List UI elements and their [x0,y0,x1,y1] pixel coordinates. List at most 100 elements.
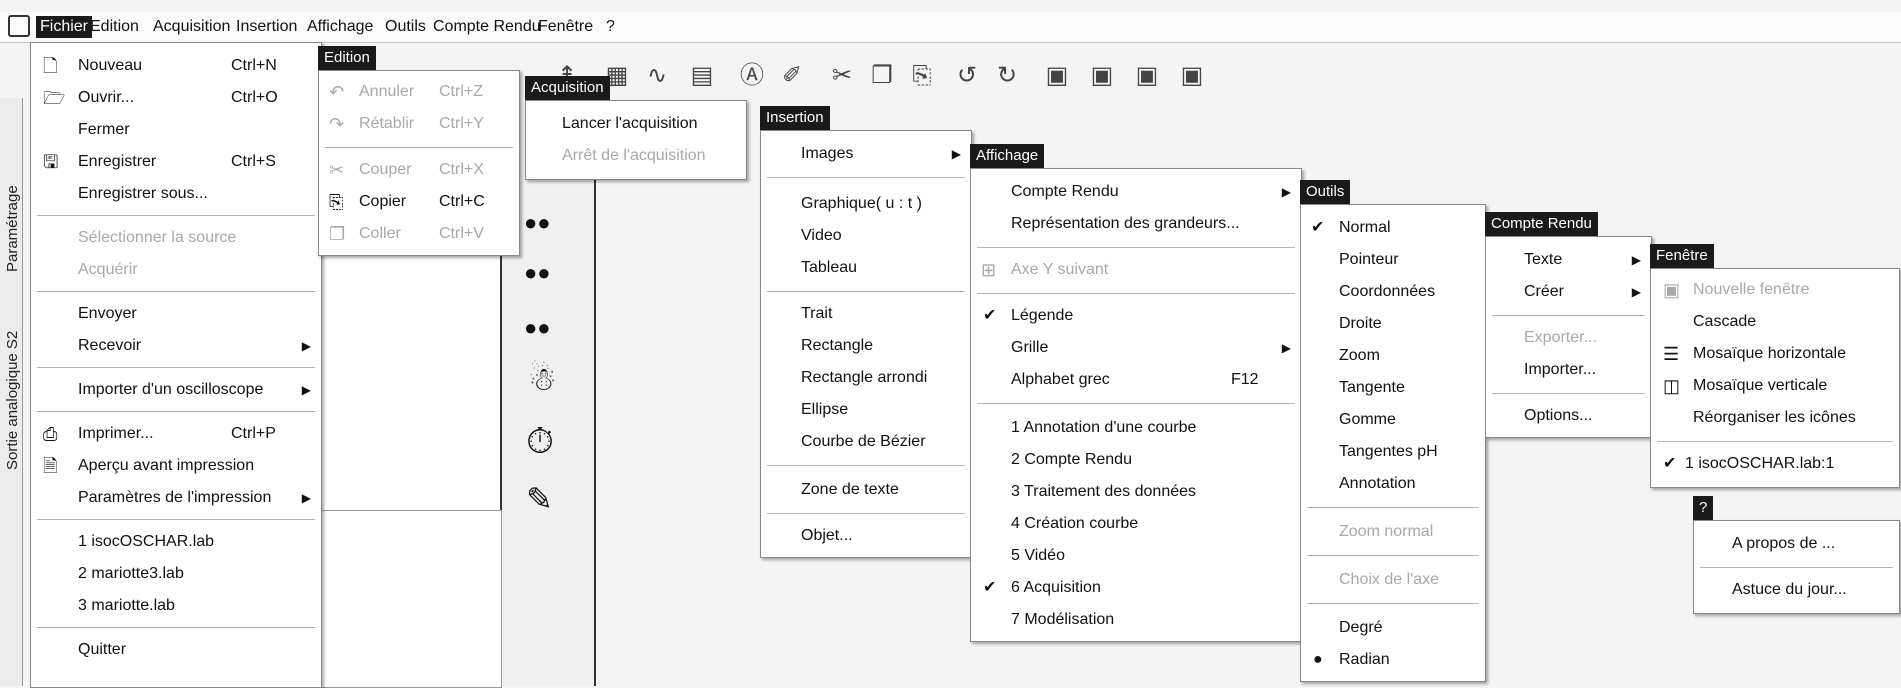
menu-item-couper[interactable]: ✂ Couper Ctrl+X [319,155,519,185]
menu-item-images[interactable]: Images ▶ [761,139,971,169]
stopwatch-icon[interactable]: ⏱ [526,420,554,463]
menu-item-graphique[interactable]: Graphique( u : t ) [761,189,971,219]
menu-item-exporter[interactable]: Exporter... [1486,323,1651,353]
menu-item-rectangle-arrondi[interactable]: Rectangle arrondi [761,363,971,393]
menu-item-mosaique-verticale[interactable]: ◫ Mosaïque verticale [1651,371,1899,401]
menu-item-enregistrer[interactable]: 🖫 Enregistrer Ctrl+S [31,147,321,177]
menu-item-retablir[interactable]: ↷ Rétablir Ctrl+Y [319,109,519,139]
menu-item-tangentes-ph[interactable]: Tangentes pH [1301,437,1485,467]
menu-item-ouvrir[interactable]: 🗁 Ouvrir... Ctrl+O [31,83,321,113]
menu-item-parametres-impression[interactable]: Paramètres de l'impression ▶ [31,483,321,513]
app-icon[interactable] [8,15,30,37]
menu-item-pointeur[interactable]: Pointeur [1301,245,1485,275]
menu-item-fermer[interactable]: Fermer [31,115,321,145]
menu-acquisition[interactable]: Acquisition [149,16,234,38]
cut-icon[interactable]: ✂ [825,60,859,92]
menu-item-objet[interactable]: Objet... [761,521,971,551]
menu-item-vue-1[interactable]: 1 Annotation d'une courbe [971,413,1301,443]
menu-item-normal[interactable]: ✔ Normal [1301,213,1485,243]
curve-icon[interactable]: ∿ [640,60,674,92]
menu-item-zoom[interactable]: Zoom [1301,341,1485,371]
menu-item-tangente[interactable]: Tangente [1301,373,1485,403]
menu-item-axe-y-suivant[interactable]: ⊞ Axe Y suivant [971,255,1301,285]
menu-item-astuce-du-jour[interactable]: Astuce du jour... [1694,575,1899,605]
menu-item-compte-rendu[interactable]: Compte Rendu ▶ [971,177,1301,207]
menu-item-coordonnees[interactable]: Coordonnées [1301,277,1485,307]
menu-aide[interactable]: ? [602,16,619,38]
paste-icon[interactable]: ❐ [865,60,899,92]
menu-compte-rendu[interactable]: Compte Rendu [429,16,545,38]
menu-item-coller[interactable]: ❐ Coller Ctrl+V [319,219,519,249]
menu-item-annotation[interactable]: Annotation [1301,469,1485,499]
calculator-icon[interactable]: ▤ [685,60,719,92]
menu-fichier[interactable]: Fichier [36,16,93,38]
menu-item-acquerir[interactable]: Acquérir [31,255,321,285]
menu-item-envoyer[interactable]: Envoyer [31,299,321,329]
menu-item-arret-acquisition[interactable]: Arrêt de l'acquisition [526,141,746,171]
menu-item-cascade[interactable]: Cascade [1651,307,1899,337]
probe-icon[interactable]: ✎ [526,480,553,518]
menu-item-selectionner-source[interactable]: Sélectionner la source [31,223,321,253]
menu-item-gomme[interactable]: Gomme [1301,405,1485,435]
menu-item-video[interactable]: Video [761,221,971,251]
undo-icon[interactable]: ↺ [950,60,984,92]
menu-item-enregistrer-sous[interactable]: Enregistrer sous... [31,179,321,209]
menu-item-vue-5[interactable]: 5 Vidéo [971,541,1301,571]
brush-icon[interactable]: ✐ [775,60,809,92]
menu-item-vue-7[interactable]: 7 Modélisation [971,605,1301,635]
menu-item-radian[interactable]: ● Radian [1301,645,1485,675]
menu-item-recent-2[interactable]: 2 mariotte3.lab [31,559,321,589]
menu-item-vue-6[interactable]: ✔ 6 Acquisition [971,573,1301,603]
connector-icon[interactable]: ●● [524,315,551,341]
copy-icon[interactable]: ⎘ [905,60,939,92]
menu-item-tableau[interactable]: Tableau [761,253,971,283]
connector-icon[interactable]: ●● [524,210,551,236]
menu-item-mosaique-horizontale[interactable]: ☰ Mosaïque horizontale [1651,339,1899,369]
menu-item-imprimer[interactable]: ⎙ Imprimer... Ctrl+P [31,419,321,449]
menu-insertion[interactable]: Insertion [232,16,301,38]
window-icon[interactable]: ▣ [1130,60,1164,92]
menu-item-quitter[interactable]: Quitter [31,635,321,665]
menu-item-courbe-bezier[interactable]: Courbe de Bézier [761,427,971,457]
menu-item-creer[interactable]: Créer ▶ [1486,277,1651,307]
menu-item-apercu[interactable]: 🗎 Aperçu avant impression [31,451,321,481]
menu-item-choix-axe[interactable]: Choix de l'axe [1301,565,1485,595]
menu-outils[interactable]: Outils [381,16,430,38]
menu-item-legende[interactable]: ✔ Légende [971,301,1301,331]
side-tab-sortie-analogique[interactable]: Sortie analogique S2 [4,331,21,470]
window-icon[interactable]: ▣ [1085,60,1119,92]
menu-fenetre[interactable]: Fenêtre [534,16,597,38]
menu-item-representation-grandeurs[interactable]: Représentation des grandeurs... [971,209,1301,239]
text-icon[interactable]: Ⓐ [735,60,769,92]
menu-edition[interactable]: Edition [86,16,143,38]
menu-affichage[interactable]: Affichage [303,16,377,38]
menu-item-rectangle[interactable]: Rectangle [761,331,971,361]
menu-item-vue-3[interactable]: 3 Traitement des données [971,477,1301,507]
menu-item-degre[interactable]: Degré [1301,613,1485,643]
menu-item-reorganiser-icones[interactable]: Réorganiser les icônes [1651,403,1899,433]
menu-item-ellipse[interactable]: Ellipse [761,395,971,425]
menu-item-grille[interactable]: Grille ▶ [971,333,1301,363]
menu-item-importer[interactable]: Importer... [1486,355,1651,385]
menu-item-recent-3[interactable]: 3 mariotte.lab [31,591,321,621]
menu-item-importer-oscilloscope[interactable]: Importer d'un oscilloscope ▶ [31,375,321,405]
window-icon[interactable]: ▣ [1040,60,1074,92]
menu-item-trait[interactable]: Trait [761,299,971,329]
menu-item-nouveau[interactable]: 🗋 Nouveau Ctrl+N [31,51,321,81]
menu-item-recent-1[interactable]: 1 isocOSCHAR.lab [31,527,321,557]
menu-item-vue-2[interactable]: 2 Compte Rendu [971,445,1301,475]
redo-icon[interactable]: ↻ [990,60,1024,92]
ghost-icon[interactable]: ☃ [528,360,557,398]
menu-item-vue-4[interactable]: 4 Création courbe [971,509,1301,539]
menu-item-zone-texte[interactable]: Zone de texte [761,475,971,505]
side-tab-parametrage[interactable]: Paramétrage [4,185,21,272]
menu-item-recevoir[interactable]: Recevoir ▶ [31,331,321,361]
menu-item-zoom-normal[interactable]: Zoom normal [1301,517,1485,547]
menu-item-lancer-acquisition[interactable]: Lancer l'acquisition [526,109,746,139]
menu-item-options[interactable]: Options... [1486,401,1651,431]
connector-icon[interactable]: ●● [524,260,551,286]
menu-item-nouvelle-fenetre[interactable]: ▣ Nouvelle fenêtre [1651,275,1899,305]
menu-item-texte[interactable]: Texte ▶ [1486,245,1651,275]
menu-item-fenetre-1[interactable]: ✔ 1 isocOSCHAR.lab:1 [1651,449,1899,479]
window-icon[interactable]: ▣ [1175,60,1209,92]
